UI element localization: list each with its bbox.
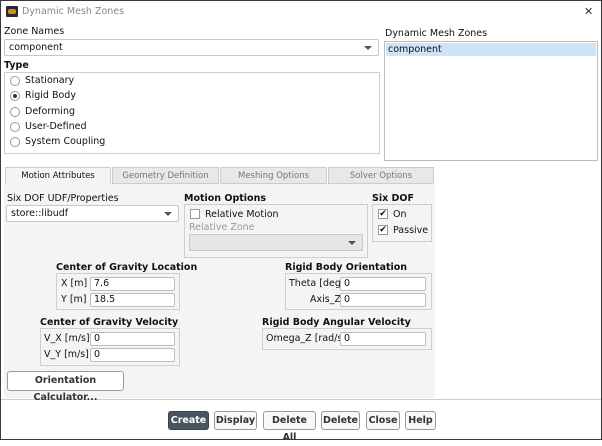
- type-label: Type: [4, 60, 29, 71]
- theta-input[interactable]: 0: [340, 277, 426, 291]
- vy-input[interactable]: 0: [90, 348, 175, 362]
- tab-solver-options[interactable]: Solver Options: [328, 167, 434, 184]
- vx-label: V_X [m/s]: [44, 333, 90, 344]
- mesh-zones-label: Dynamic Mesh Zones: [385, 28, 488, 39]
- create-button[interactable]: Create: [168, 411, 209, 430]
- on-label: On: [393, 209, 407, 220]
- orientation-calculator-button[interactable]: Orientation Calculator...: [7, 371, 124, 403]
- tab-motion-attributes[interactable]: Motion Attributes: [5, 167, 111, 184]
- omega-z-label: Omega_Z [rad/s]: [266, 333, 347, 344]
- angular-velocity-label: Rigid Body Angular Velocity: [262, 317, 411, 328]
- omega-z-input[interactable]: 0: [340, 332, 426, 346]
- vy-label: V_Y [m/s]: [44, 349, 89, 360]
- list-item[interactable]: component: [386, 43, 596, 56]
- zone-names-value: component: [9, 42, 63, 53]
- x-input[interactable]: 7.6: [90, 277, 175, 291]
- display-button[interactable]: Display: [214, 411, 257, 430]
- tab-meshing-options[interactable]: Meshing Options: [220, 167, 327, 184]
- orientation-label: Rigid Body Orientation: [285, 262, 408, 273]
- type-radio-deforming[interactable]: [10, 106, 20, 117]
- type-option-label: Deforming: [25, 105, 76, 117]
- delete-all-button[interactable]: Delete All: [263, 411, 316, 443]
- app-icon: [6, 6, 18, 17]
- type-radio-user-defined[interactable]: [10, 121, 20, 132]
- x-label: X [m]: [61, 278, 88, 289]
- dynamic-mesh-zones-dialog: Dynamic Mesh Zones ✕ Zone Names componen…: [0, 0, 602, 443]
- zone-names-dropdown[interactable]: component: [4, 39, 379, 56]
- udf-value: store::libudf: [11, 208, 69, 219]
- y-input[interactable]: 18.5: [90, 293, 175, 307]
- passive-label: Passive: [393, 225, 429, 236]
- close-icon[interactable]: ✕: [584, 5, 593, 18]
- type-radio-stationary[interactable]: [10, 76, 20, 86]
- six-dof-label: Six DOF: [372, 193, 414, 204]
- theta-label: Theta [deg]: [289, 278, 345, 289]
- title-bar: Dynamic Mesh Zones ✕: [1, 1, 601, 23]
- vx-input[interactable]: 0: [90, 332, 175, 346]
- close-button[interactable]: Close: [366, 411, 400, 430]
- type-option-label: Rigid Body: [25, 90, 76, 102]
- chevron-down-icon: [164, 212, 172, 216]
- passive-checkbox[interactable]: ✔: [378, 225, 388, 235]
- y-label: Y [m]: [61, 294, 87, 305]
- cog-location-label: Center of Gravity Location: [56, 262, 198, 273]
- type-option-label: System Coupling: [25, 136, 106, 148]
- relative-motion-checkbox[interactable]: [190, 209, 200, 219]
- chevron-down-icon: [348, 241, 356, 245]
- cog-velocity-label: Center of Gravity Velocity: [40, 317, 179, 328]
- on-checkbox[interactable]: ✔: [378, 209, 388, 219]
- axis-z-label: Axis_Z: [310, 294, 341, 305]
- tab-geometry-definition[interactable]: Geometry Definition: [112, 167, 219, 184]
- axis-z-input[interactable]: 0: [340, 293, 426, 307]
- relative-zone-label: Relative Zone: [189, 222, 255, 233]
- chevron-down-icon: [364, 46, 372, 50]
- relative-motion-label: Relative Motion: [205, 209, 279, 220]
- motion-options-label: Motion Options: [184, 193, 266, 204]
- delete-button[interactable]: Delete: [321, 411, 360, 430]
- mesh-zones-list[interactable]: component: [384, 41, 598, 161]
- help-button[interactable]: Help: [405, 411, 436, 430]
- udf-label: Six DOF UDF/Properties: [7, 193, 119, 204]
- type-option-label: Stationary: [25, 75, 75, 86]
- udf-dropdown[interactable]: store::libudf: [6, 205, 179, 222]
- type-option-label: User-Defined: [25, 120, 87, 132]
- zone-names-label: Zone Names: [4, 26, 65, 37]
- window-title: Dynamic Mesh Zones: [22, 6, 125, 17]
- relative-zone-dropdown[interactable]: [189, 234, 363, 251]
